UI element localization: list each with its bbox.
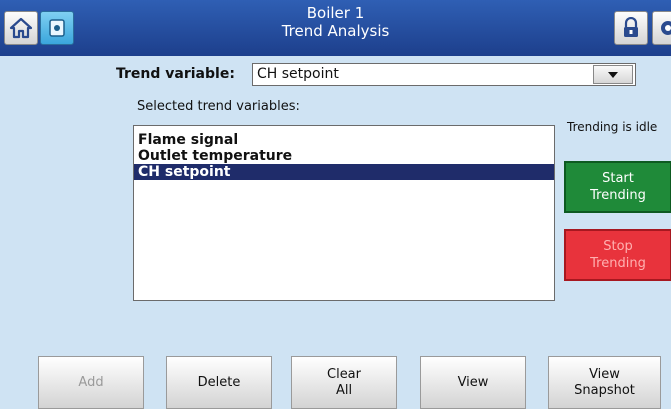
exit-icon [661, 21, 671, 35]
stop-trending-line1: Stop [603, 239, 633, 254]
list-item[interactable]: Flame signal [134, 132, 554, 148]
view-snapshot-line2: Snapshot [574, 382, 635, 398]
list-item-selected[interactable]: CH setpoint [134, 164, 554, 180]
stop-trending-line2: Trending [590, 256, 646, 271]
trend-variable-select[interactable]: CH setpoint [252, 63, 636, 86]
trend-variable-label: Trend variable: [116, 66, 235, 82]
title-bar: Boiler 1 Trend Analysis [0, 0, 671, 56]
view-snapshot-button[interactable]: View Snapshot [548, 356, 661, 409]
stop-trending-button[interactable]: Stop Trending [564, 229, 671, 281]
trend-variable-value: CH setpoint [257, 66, 339, 82]
trending-status: Trending is idle [567, 120, 658, 134]
dropdown-button[interactable] [593, 65, 633, 84]
selected-variables-list[interactable]: Flame signal Outlet temperature CH setpo… [133, 125, 555, 301]
title-line-2: Trend Analysis [281, 22, 390, 40]
exit-button[interactable] [652, 11, 671, 45]
lock-icon [624, 17, 638, 37]
start-trending-button[interactable]: Start Trending [564, 161, 671, 213]
chevron-down-icon [608, 71, 618, 78]
title-line-1: Boiler 1 [306, 4, 365, 22]
selected-variables-label: Selected trend variables: [137, 99, 300, 114]
view-button[interactable]: View [420, 356, 526, 409]
clear-all-line2: All [335, 382, 353, 398]
start-trending-line2: Trending [590, 188, 646, 203]
delete-button[interactable]: Delete [166, 356, 272, 409]
list-item[interactable]: Outlet temperature [134, 148, 554, 164]
delete-button-label: Delete [197, 374, 241, 390]
view-button-label: View [457, 374, 489, 390]
add-button[interactable]: Add [38, 356, 144, 409]
start-trending-line1: Start [602, 171, 634, 186]
view-snapshot-line1: View [589, 366, 620, 382]
clear-all-line1: Clear [327, 366, 361, 382]
clear-all-button[interactable]: Clear All [291, 356, 397, 409]
lock-button[interactable] [614, 11, 648, 45]
add-button-label: Add [78, 374, 104, 390]
